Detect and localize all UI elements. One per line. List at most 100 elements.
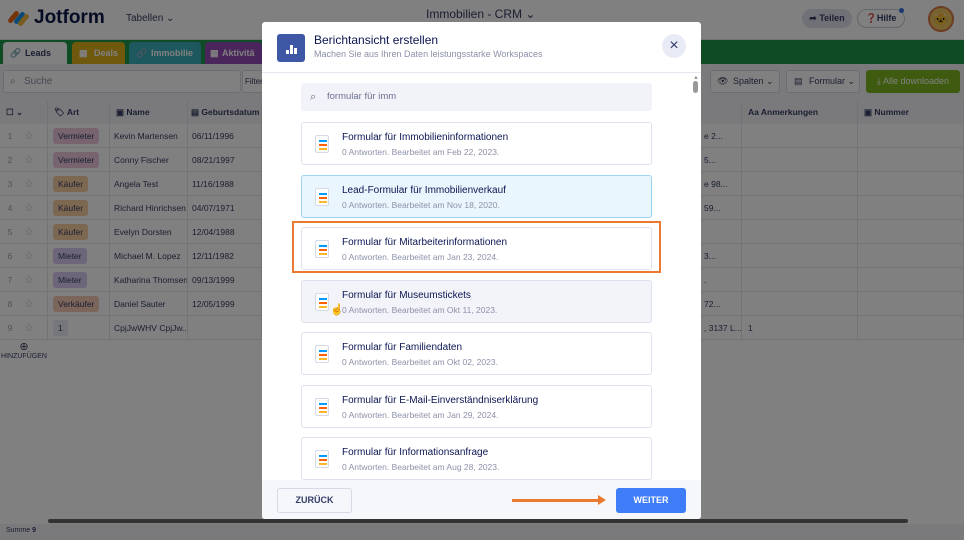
art-cell[interactable]: Vermieter	[48, 124, 110, 148]
birthdate-cell[interactable]: 09/13/1999	[188, 268, 262, 292]
form-button[interactable]: ▤ Formular ⌄	[786, 70, 860, 93]
birthdate-cell[interactable]: 12/04/1988	[188, 220, 262, 244]
column-header-notes[interactable]: Aa Anmerkungen	[742, 100, 858, 124]
star-icon[interactable]: ☆	[24, 196, 34, 220]
name-cell[interactable]: Angela Test	[110, 172, 188, 196]
filter-button[interactable]: Filter	[242, 70, 263, 93]
art-cell[interactable]: Vermieter	[48, 148, 110, 172]
back-button[interactable]: ZURÜCK	[277, 488, 352, 513]
star-icon[interactable]: ☆	[24, 268, 34, 292]
name-cell[interactable]: Kevin Martensen	[110, 124, 188, 148]
art-cell[interactable]: 1	[48, 316, 110, 340]
select-all-checkbox[interactable]: ☐ ⌄	[0, 100, 48, 124]
horizontal-scrollbar[interactable]	[48, 519, 908, 523]
tab-aktivitaeten[interactable]: ▦ Aktivitä	[205, 42, 262, 64]
birthdate-cell[interactable]: 06/11/1996	[188, 124, 262, 148]
notes-cell[interactable]	[742, 148, 858, 172]
number-cell[interactable]	[858, 316, 964, 340]
notes-cell[interactable]	[742, 244, 858, 268]
form-list-item[interactable]: Formular für Immobilieninformationen 0 A…	[301, 122, 652, 165]
name-cell[interactable]: Conny Fischer	[110, 148, 188, 172]
number-cell[interactable]	[858, 124, 964, 148]
dialog-footer: ZURÜCK WEITER	[262, 480, 701, 519]
column-header-address[interactable]	[701, 100, 742, 124]
star-icon[interactable]: ☆	[24, 316, 34, 340]
jotform-logo[interactable]: Jotform	[7, 7, 105, 29]
close-icon[interactable]: ×	[662, 34, 686, 58]
form-list-item[interactable]: Lead-Formular für Immobilienverkauf 0 An…	[301, 174, 652, 218]
search-input[interactable]: ⌕ Suche	[3, 70, 241, 93]
notes-cell[interactable]	[742, 172, 858, 196]
birthdate-cell[interactable]: 11/16/1988	[188, 172, 262, 196]
number-cell[interactable]	[858, 196, 964, 220]
name-cell[interactable]: CpjJwWHV CpjJw...	[110, 316, 188, 340]
name-cell[interactable]: Michael M. Lopez	[110, 244, 188, 268]
avatar[interactable]: 🐱	[928, 6, 954, 32]
notes-cell[interactable]	[742, 124, 858, 148]
notes-cell[interactable]	[742, 196, 858, 220]
address-cell[interactable]: , 3137 L...	[701, 316, 742, 340]
vertical-scrollbar[interactable]: ▲	[693, 75, 699, 475]
download-all-button[interactable]: ⤓ Alle downloaden	[866, 70, 960, 93]
birthdate-cell[interactable]: 08/21/1997	[188, 148, 262, 172]
column-header-number[interactable]: ▣ Nummer	[858, 100, 964, 124]
address-cell[interactable]: 5...	[701, 148, 742, 172]
next-button[interactable]: WEITER	[616, 488, 686, 513]
birthdate-cell[interactable]: 12/11/1982	[188, 244, 262, 268]
notes-cell[interactable]: 1	[742, 316, 858, 340]
art-cell[interactable]: Käufer	[48, 196, 110, 220]
form-list-item[interactable]: Formular für Informationsanfrage 0 Antwo…	[301, 437, 652, 480]
art-cell[interactable]: Käufer	[48, 172, 110, 196]
art-cell[interactable]: Käufer	[48, 220, 110, 244]
star-icon[interactable]: ☆	[24, 244, 34, 268]
form-list-item[interactable]: Formular für Mitarbeiterinformationen 0 …	[301, 227, 652, 270]
address-cell[interactable]: 59...	[701, 196, 742, 220]
star-icon[interactable]: ☆	[24, 172, 34, 196]
star-icon[interactable]: ☆	[24, 148, 34, 172]
birthdate-cell[interactable]: 04/07/1971	[188, 196, 262, 220]
star-icon[interactable]: ☆	[24, 124, 34, 148]
birthdate-cell[interactable]: 12/05/1999	[188, 292, 262, 316]
address-cell[interactable]: 72...	[701, 292, 742, 316]
number-cell[interactable]	[858, 172, 964, 196]
notes-cell[interactable]	[742, 268, 858, 292]
art-cell[interactable]: Mieter	[48, 268, 110, 292]
number-cell[interactable]	[858, 292, 964, 316]
form-list-item[interactable]: Formular für Museumstickets 0 Antworten.…	[301, 279, 652, 323]
name-cell[interactable]: Evelyn Dorsten	[110, 220, 188, 244]
address-cell[interactable]	[701, 220, 742, 244]
art-cell[interactable]: Mieter	[48, 244, 110, 268]
name-cell[interactable]: Daniel Sauter	[110, 292, 188, 316]
tab-leads[interactable]: 🔗 Leads	[3, 42, 67, 64]
notes-cell[interactable]	[742, 292, 858, 316]
name-cell[interactable]: Richard Hinrichsen	[110, 196, 188, 220]
address-cell[interactable]: e 98...	[701, 172, 742, 196]
tables-menu[interactable]: Tabellen ⌄	[126, 13, 174, 24]
notes-cell[interactable]	[742, 220, 858, 244]
column-header-birthdate[interactable]: ▤ Geburtsdatum	[188, 100, 262, 124]
number-cell[interactable]	[858, 268, 964, 292]
columns-button[interactable]: 👁 Spalten ⌄	[710, 70, 780, 93]
app-title[interactable]: Immobilien - CRM ⌄	[426, 7, 535, 21]
name-cell[interactable]: Katharina Thomsen	[110, 268, 188, 292]
column-header-name[interactable]: ▣ Name	[110, 100, 188, 124]
number-cell[interactable]	[858, 220, 964, 244]
help-button[interactable]: ❓Hilfe	[857, 8, 905, 28]
address-cell[interactable]: 3...	[701, 244, 742, 268]
column-header-art[interactable]: 🏷 Art	[48, 100, 110, 124]
tab-deals[interactable]: ▦ Deals	[72, 42, 125, 64]
star-icon[interactable]: ☆	[24, 220, 34, 244]
tab-immobilie[interactable]: 🔗 Immobilie	[129, 42, 201, 64]
address-cell[interactable]: e 2...	[701, 124, 742, 148]
add-row-button[interactable]: ⊕ HINZUFÜGEN	[0, 340, 48, 364]
star-icon[interactable]: ☆	[24, 292, 34, 316]
number-cell[interactable]	[858, 244, 964, 268]
art-cell[interactable]: Verkäufer	[48, 292, 110, 316]
form-list-item[interactable]: Formular für Familiendaten 0 Antworten. …	[301, 332, 652, 375]
number-cell[interactable]	[858, 148, 964, 172]
share-button[interactable]: ➦ Teilen	[802, 9, 852, 28]
form-search-input[interactable]: ⌕ formular für imm	[301, 83, 652, 111]
address-cell[interactable]: .	[701, 268, 742, 292]
birthdate-cell[interactable]	[188, 316, 262, 340]
form-list-item[interactable]: Formular für E-Mail-Einverständniserklär…	[301, 384, 652, 428]
